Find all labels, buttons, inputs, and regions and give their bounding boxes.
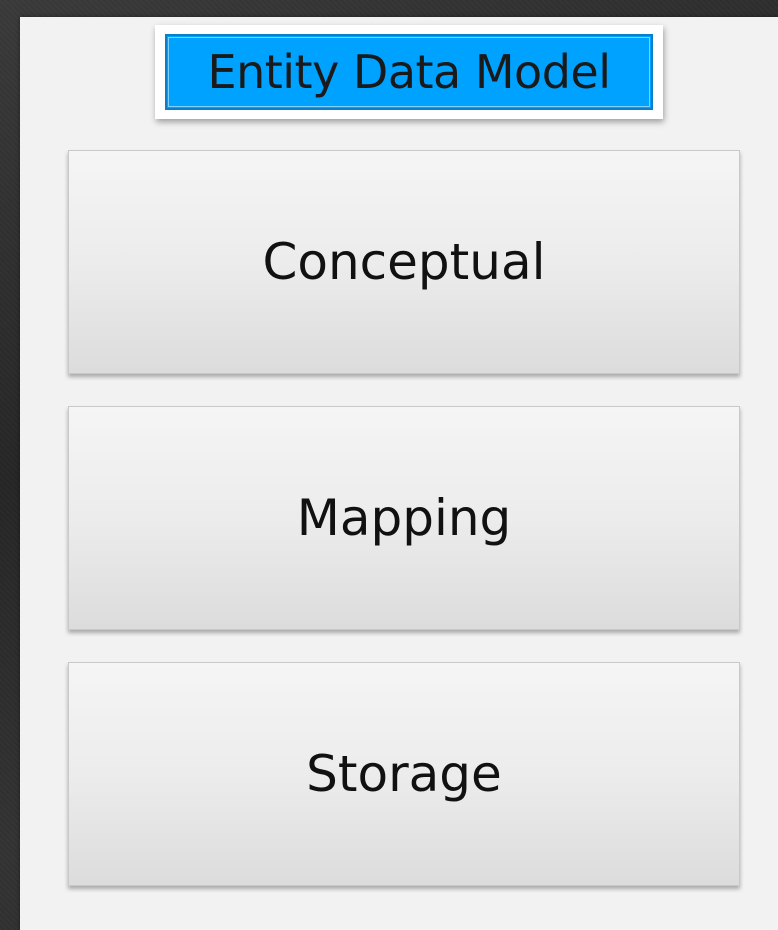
layer-label-conceptual: Conceptual [262,233,546,291]
diagram-panel: Entity Data Model Conceptual Mapping Sto… [20,17,778,930]
layer-label-storage: Storage [306,745,502,803]
title-banner: Entity Data Model [165,34,653,110]
diagram-title: Entity Data Model [207,45,611,99]
layer-label-mapping: Mapping [296,489,512,547]
layer-box-conceptual: Conceptual [68,150,740,374]
layer-box-mapping: Mapping [68,406,740,630]
title-frame: Entity Data Model [155,25,663,119]
layer-box-storage: Storage [68,662,740,886]
